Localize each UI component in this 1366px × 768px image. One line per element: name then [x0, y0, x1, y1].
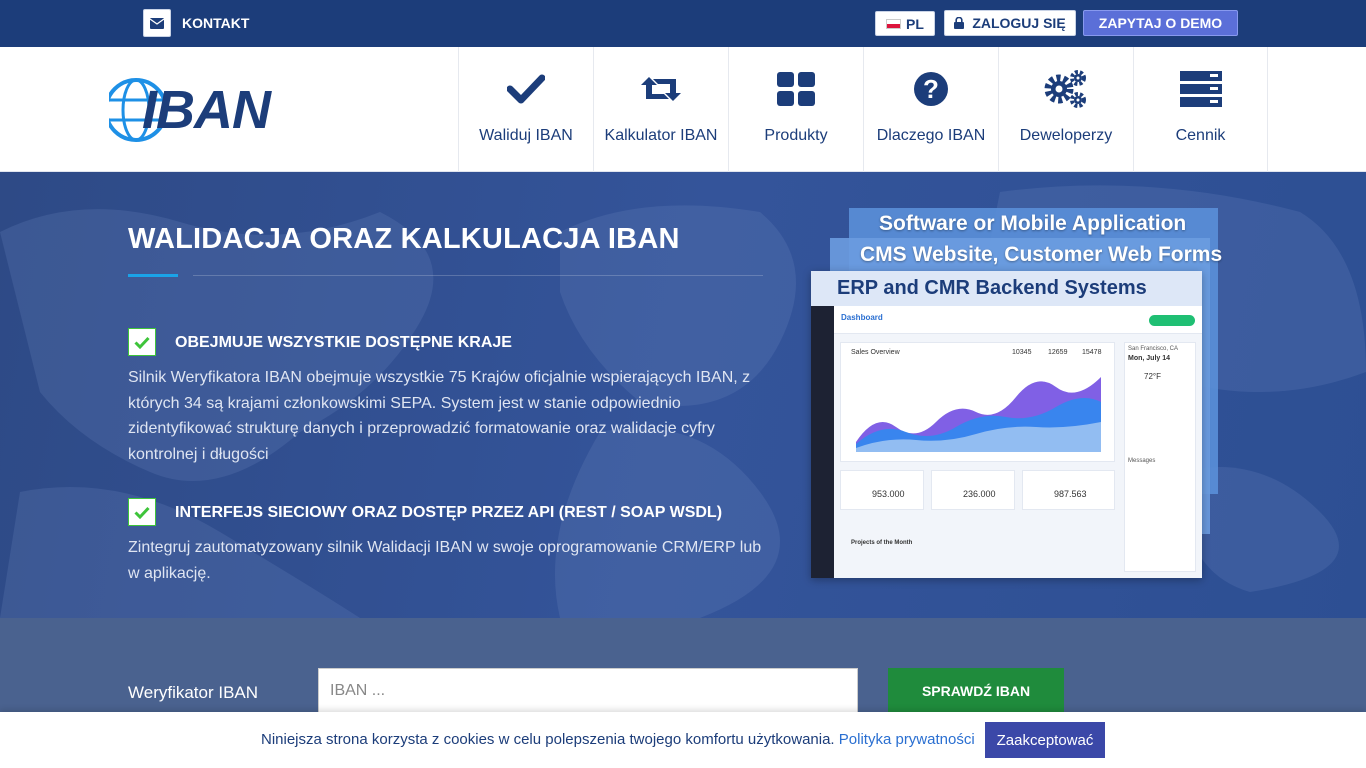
nav-item-why[interactable]: ? Dlaczego IBAN: [863, 47, 998, 172]
server-icon: [1179, 67, 1223, 111]
accept-cookies-button[interactable]: Zaakceptować: [985, 722, 1105, 758]
mockup-area-chart: [856, 377, 1101, 452]
poland-flag-icon: [886, 18, 902, 29]
check-icon: [504, 67, 548, 111]
envelope-icon[interactable]: [143, 9, 171, 37]
feature-text: Silnik Weryfikatora IBAN obejmuje wszyst…: [128, 369, 751, 463]
iban-logo[interactable]: IBAN: [104, 75, 271, 147]
nav-item-developers[interactable]: Deweloperzy: [998, 47, 1133, 172]
title-divider: [193, 275, 763, 276]
mockup-stat: 10345: [1012, 349, 1032, 356]
grid-icon: [774, 67, 818, 111]
mockup-total: 987.563: [1054, 489, 1087, 499]
logo-text: IBAN: [142, 80, 271, 140]
mockup-sidebar: [811, 306, 834, 578]
dashboard-mockup: ERP and CMR Backend Systems Dashboard Sa…: [811, 271, 1202, 578]
contact-link[interactable]: KONTAKT: [182, 15, 249, 31]
mockup-total: 953.000: [872, 489, 905, 499]
mockup-total: 236.000: [963, 489, 996, 499]
feature-title: OBEJMUJE WSZYSTKIE DOSTĘPNE KRAJE: [175, 334, 512, 351]
feature-title: INTERFEJS SIECIOWY ORAZ DOSTĘP PRZEZ API…: [175, 504, 723, 521]
check-icon: [128, 498, 156, 526]
hero-title: WALIDACJA ORAZ KALKULACJA IBAN: [128, 223, 680, 255]
nav-item-calculator[interactable]: Kalkulator IBAN: [593, 47, 728, 172]
nav-label: Kalkulator IBAN: [604, 127, 718, 144]
nav-item-validate[interactable]: Waliduj IBAN: [458, 47, 593, 172]
mockup-sales-title: Sales Overview: [851, 349, 900, 356]
mockup-weather-temp: 72°F: [1144, 372, 1161, 381]
nav-label: Deweloperzy: [1019, 127, 1113, 144]
main-header: IBAN Waliduj IBAN Kalkulator IBAN Produk…: [0, 47, 1366, 172]
top-bar: KONTAKT PL ZALOGUJ SIĘ ZAPYTAJ O DEMO: [0, 0, 1366, 47]
nav-label: Dlaczego IBAN: [876, 127, 986, 144]
retweet-icon: [639, 67, 683, 111]
mockup-dashboard: Dashboard Sales Overview 10345 12659 154…: [834, 306, 1202, 578]
mockup-projects-label: Projects of the Month: [851, 540, 913, 546]
svg-text:?: ?: [923, 74, 939, 104]
verifier-label: Weryfikator IBAN: [128, 683, 259, 702]
mockup-label: Software or Mobile Application: [879, 212, 1187, 235]
mockup-label: CMS Website, Customer Web Forms: [860, 243, 1223, 266]
title-accent-line: [128, 274, 178, 277]
nav-item-products[interactable]: Produkty: [728, 47, 863, 172]
question-circle-icon: ?: [909, 67, 953, 111]
language-button[interactable]: PL: [875, 11, 935, 36]
nav-item-pricing[interactable]: Cennik: [1133, 47, 1268, 172]
mockup-dashboard-title: Dashboard: [841, 313, 883, 322]
feature-text: Zintegruj zautomatyzowany silnik Walidac…: [128, 539, 762, 582]
nav-label: Produkty: [764, 127, 828, 144]
request-demo-button[interactable]: ZAPYTAJ O DEMO: [1083, 10, 1238, 36]
cookie-text-wrap: Niniejsza strona korzysta z cookies w ce…: [261, 731, 975, 748]
mockup-label: ERP and CMR Backend Systems: [811, 271, 1202, 306]
login-label: ZALOGUJ SIĘ: [972, 15, 1066, 31]
mockup-messages-label: Messages: [1128, 458, 1156, 464]
check-iban-button[interactable]: SPRAWDŹ IBAN: [888, 668, 1064, 714]
mockup-weather-city: San Francisco, CA: [1128, 346, 1179, 352]
mockup-weather-date: Mon, July 14: [1128, 355, 1171, 362]
login-button[interactable]: ZALOGUJ SIĘ: [944, 10, 1076, 36]
cookie-message: Niniejsza strona korzysta z cookies w ce…: [261, 731, 835, 748]
cookie-banner: Niniejsza strona korzysta z cookies w ce…: [0, 712, 1366, 768]
privacy-policy-link[interactable]: Polityka prywatności: [839, 731, 975, 748]
gears-icon: [1044, 67, 1088, 111]
check-icon: [128, 328, 156, 356]
nav-label: Cennik: [1175, 127, 1226, 144]
lock-icon: [954, 17, 965, 29]
iban-input[interactable]: [318, 668, 858, 714]
mockup-stat: 12659: [1048, 349, 1068, 356]
mockup-stat: 15478: [1082, 349, 1102, 356]
language-label: PL: [906, 15, 924, 32]
nav-label: Waliduj IBAN: [479, 127, 573, 144]
hero-section: WALIDACJA ORAZ KALKULACJA IBAN OBEJMUJE …: [0, 172, 1366, 618]
